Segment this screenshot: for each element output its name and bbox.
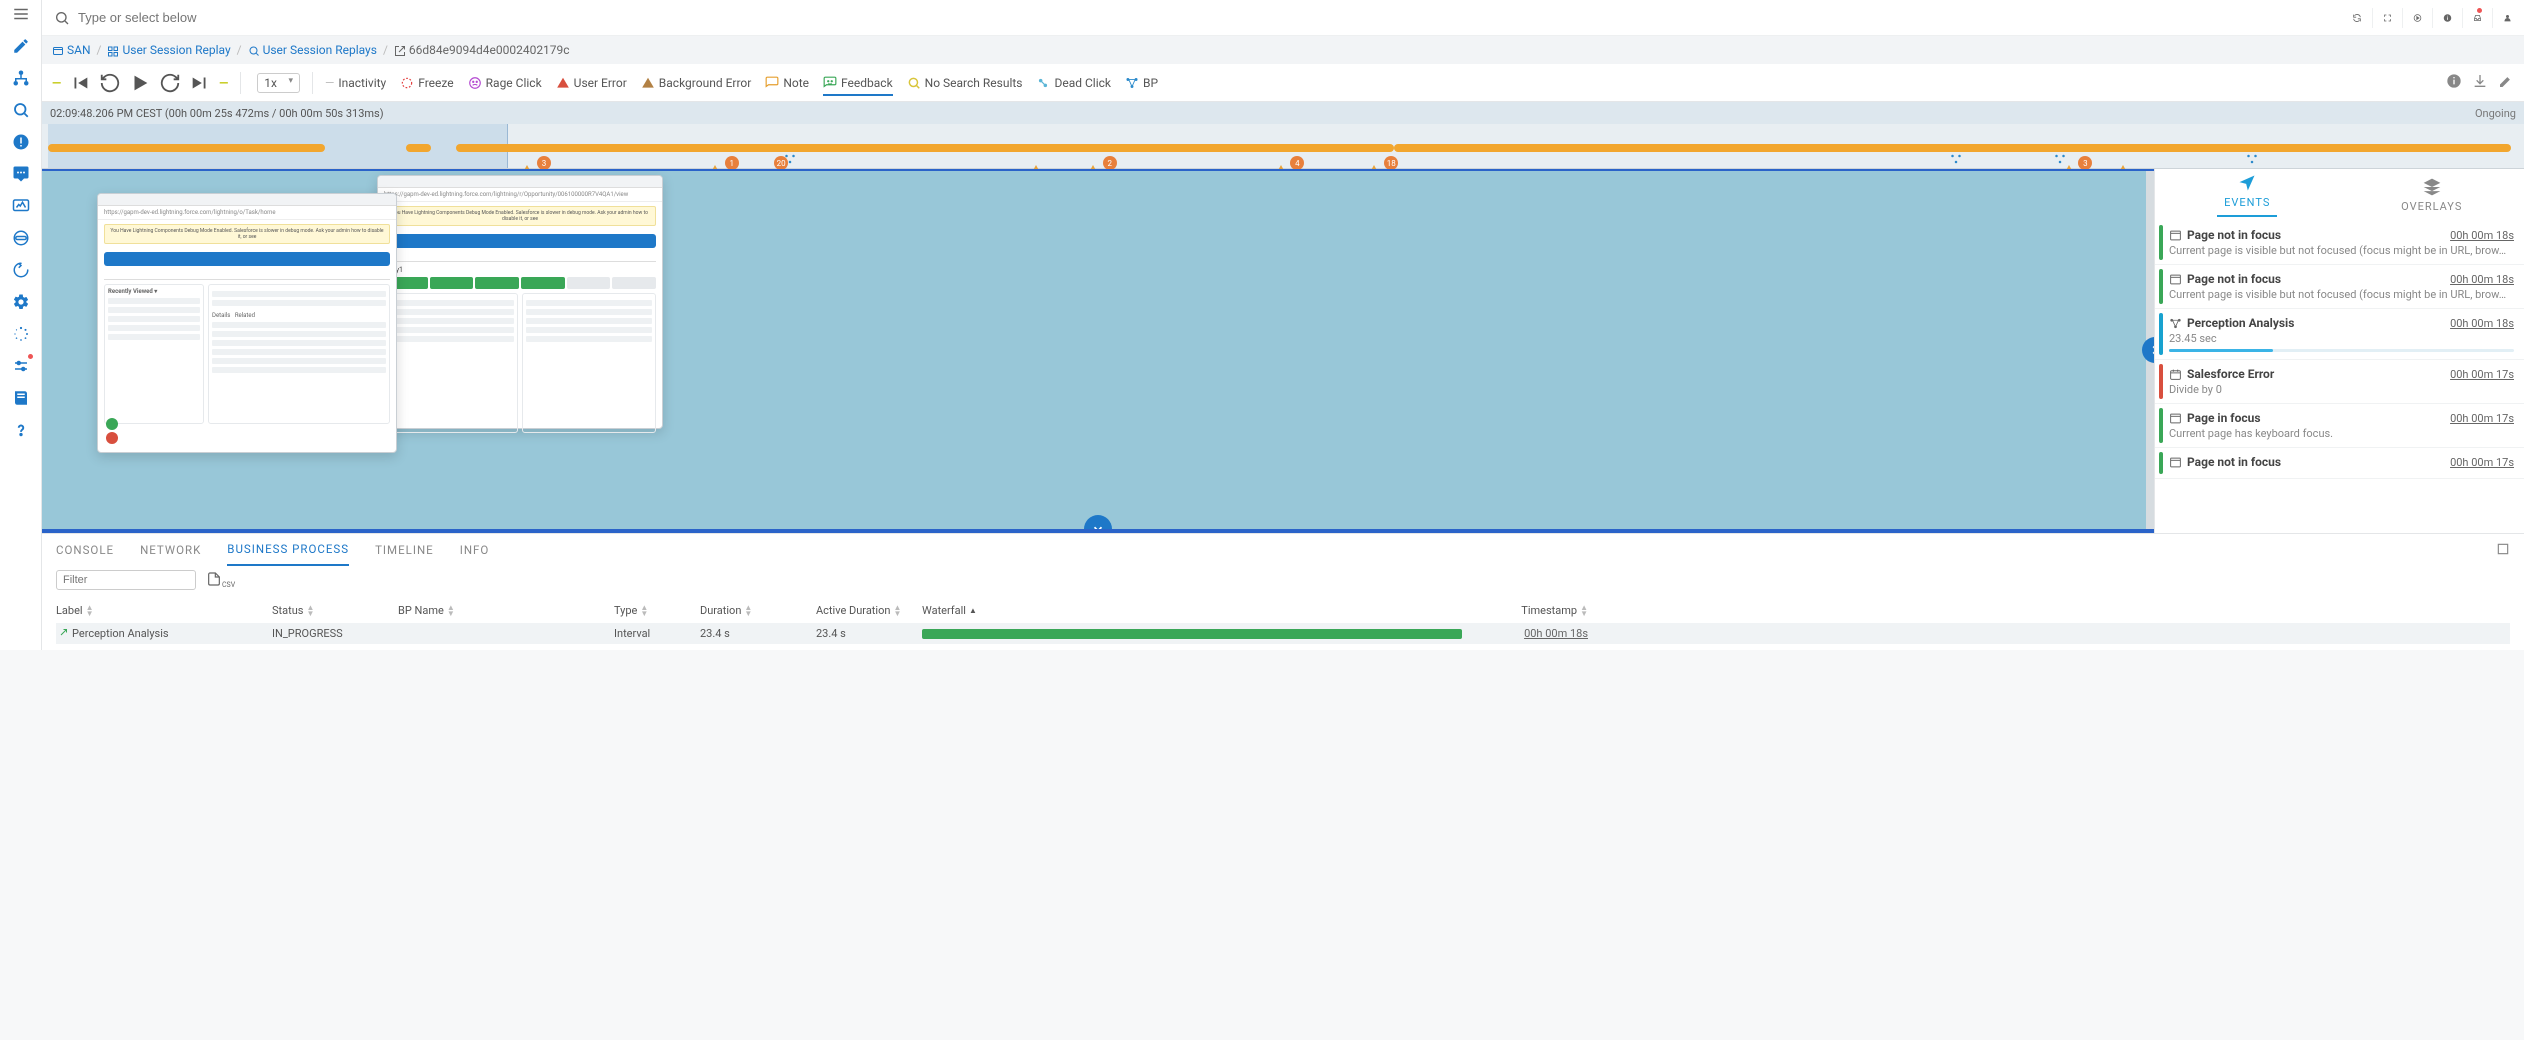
- legend-inactivity[interactable]: —Inactivity: [325, 76, 386, 90]
- legend-no-search[interactable]: No Search Results: [907, 76, 1023, 90]
- fullscreen-icon[interactable]: [2372, 8, 2392, 28]
- bottom-panel: CONSOLE NETWORK BUSINESS PROCESS TIMELINE IN…: [42, 533, 2524, 650]
- breadcrumb: SAN / User Session Replay / User Session…: [42, 36, 2524, 64]
- spinner-rail-icon[interactable]: [9, 258, 33, 282]
- alert-rail-icon[interactable]: [9, 130, 33, 154]
- legend-user-error[interactable]: User Error: [556, 76, 627, 90]
- timeline-area: 02:09:48.206 PM CEST (00h 00m 25s 472ms …: [42, 102, 2524, 169]
- event-item[interactable]: Page in focus00h 00m 17sCurrent page has…: [2155, 404, 2524, 448]
- bp-table: Label▲▼ Status▲▼ BP Name▲▼ Type▲▼ Durati…: [42, 594, 2524, 650]
- tab-business-process[interactable]: BUSINESS PROCESS: [227, 534, 349, 566]
- event-item[interactable]: Page not in focus00h 00m 18sCurrent page…: [2155, 221, 2524, 265]
- breadcrumb-san[interactable]: SAN: [52, 43, 91, 57]
- download-tool-icon[interactable]: [2472, 73, 2488, 92]
- events-list[interactable]: Page not in focus00h 00m 18sCurrent page…: [2155, 221, 2524, 533]
- collapse-events-button[interactable]: [2142, 337, 2154, 363]
- event-item[interactable]: Perception Analysis00h 00m 18s23.45 sec: [2155, 309, 2524, 360]
- tab-timeline[interactable]: TIMELINE: [375, 535, 434, 565]
- hamburger-icon[interactable]: [9, 2, 33, 26]
- maximize-icon[interactable]: [2496, 542, 2510, 559]
- breadcrumb-id: 66d84e9094d4e0002402179c: [394, 43, 570, 57]
- player-toolbar: — — 1x —Inactivity Freeze Rage Click Use…: [42, 64, 2524, 102]
- undo-button[interactable]: [99, 72, 121, 94]
- top-actions: [2342, 8, 2512, 28]
- legend-dead-click[interactable]: Dead Click: [1036, 76, 1111, 90]
- col-type[interactable]: Type▲▼: [614, 604, 694, 617]
- filter-input[interactable]: [56, 570, 196, 590]
- tab-console[interactable]: CONSOLE: [56, 535, 114, 565]
- shot2-url: https://gapm-dev-ed.lightning.force.com/…: [378, 188, 662, 202]
- skip-fwd-button[interactable]: [189, 72, 211, 94]
- monitor-rail-icon[interactable]: [9, 194, 33, 218]
- search-rail-icon[interactable]: [9, 98, 33, 122]
- main-area: SAN / User Session Replay / User Session…: [42, 0, 2524, 650]
- event-item[interactable]: Salesforce Error00h 00m 17sDivide by 0: [2155, 360, 2524, 404]
- timeline-ongoing-label: Ongoing: [2475, 107, 2516, 120]
- left-rail: [0, 0, 42, 650]
- legend-freeze[interactable]: Freeze: [400, 76, 453, 90]
- chat-rail-icon[interactable]: [9, 162, 33, 186]
- book-rail-icon[interactable]: [9, 386, 33, 410]
- event-item[interactable]: Page not in focus00h 00m 18sCurrent page…: [2155, 265, 2524, 309]
- breadcrumb-usreplay[interactable]: User Session Replay: [107, 43, 230, 57]
- global-search[interactable]: [54, 10, 2342, 26]
- event-item[interactable]: Page not in focus00h 00m 17s: [2155, 448, 2524, 479]
- redo-button[interactable]: [159, 72, 181, 94]
- target-rail-icon[interactable]: [9, 226, 33, 250]
- settings2-rail-icon[interactable]: [9, 354, 33, 378]
- toggle-panel-button[interactable]: [1084, 515, 1112, 533]
- user-top-icon[interactable]: [2492, 8, 2512, 28]
- speed-select[interactable]: 1x: [257, 73, 300, 93]
- screenshot-card-2: https://gapm-dev-ed.lightning.force.com/…: [377, 175, 663, 429]
- screenshot-card-1: https://gapm-dev-ed.lightning.force.com/…: [97, 193, 397, 453]
- legend-bg-error[interactable]: Background Error: [641, 76, 752, 90]
- legend-feedback[interactable]: Feedback: [823, 76, 893, 96]
- timeline-time-text: 02:09:48.206 PM CEST (00h 00m 25s 472ms …: [50, 107, 384, 120]
- refresh-icon[interactable]: [2342, 8, 2362, 28]
- col-active-duration[interactable]: Active Duration▲▼: [816, 604, 916, 617]
- sitemap-icon[interactable]: [9, 66, 33, 90]
- toolbar-right: [2446, 73, 2514, 92]
- col-bpname[interactable]: BP Name▲▼: [398, 604, 608, 617]
- play-controls: — — 1x: [52, 72, 300, 94]
- skip-back-button[interactable]: [69, 72, 91, 94]
- legend-rage[interactable]: Rage Click: [468, 76, 542, 90]
- search-input[interactable]: [78, 10, 2342, 25]
- replay-viewer: https://gapm-dev-ed.lightning.force.com/…: [42, 169, 2154, 533]
- export-csv-button[interactable]: CSV: [206, 571, 235, 590]
- split-area: https://gapm-dev-ed.lightning.force.com/…: [42, 169, 2524, 533]
- tab-network[interactable]: NETWORK: [140, 535, 201, 565]
- legend: —Inactivity Freeze Rage Click User Error…: [325, 76, 1158, 90]
- tab-events[interactable]: EVENTS: [2155, 169, 2340, 221]
- play-button[interactable]: [129, 72, 151, 94]
- bottom-tabs: CONSOLE NETWORK BUSINESS PROCESS TIMELINE IN…: [42, 534, 2524, 566]
- legend-bp[interactable]: BP: [1125, 76, 1158, 90]
- info-top-icon[interactable]: [2432, 8, 2452, 28]
- shot1-url: https://gapm-dev-ed.lightning.force.com/…: [98, 206, 396, 220]
- col-label[interactable]: Label▲▼: [56, 604, 266, 617]
- legend-note[interactable]: Note: [765, 76, 809, 90]
- fwd-dash-icon: —: [219, 76, 228, 90]
- col-timestamp[interactable]: Timestamp▲▼: [1468, 604, 1588, 617]
- loading-rail-icon[interactable]: [9, 322, 33, 346]
- breadcrumb-usreplays[interactable]: User Session Replays: [248, 43, 377, 57]
- gear-rail-icon[interactable]: [9, 290, 33, 314]
- info-tool-icon[interactable]: [2446, 73, 2462, 92]
- tab-info[interactable]: INFO: [460, 535, 490, 565]
- play-circle-icon[interactable]: [2402, 8, 2422, 28]
- back-dash-icon: —: [52, 76, 61, 90]
- events-panel: EVENTS OVERLAYS Page not in focus00h 00m…: [2154, 169, 2524, 533]
- inbox-icon[interactable]: [2462, 8, 2482, 28]
- tab-overlays[interactable]: OVERLAYS: [2340, 169, 2524, 221]
- col-status[interactable]: Status▲▼: [272, 604, 392, 617]
- scrub-track[interactable]: 312024183: [42, 124, 2524, 168]
- col-duration[interactable]: Duration▲▼: [700, 604, 810, 617]
- top-bar: [42, 0, 2524, 36]
- table-row[interactable]: Perception Analysis IN_PROGRESS Interval…: [56, 623, 2510, 644]
- help-rail-icon[interactable]: [9, 418, 33, 442]
- edit-tool-icon[interactable]: [2498, 73, 2514, 92]
- col-waterfall[interactable]: Waterfall▲: [922, 604, 1462, 617]
- pencil-icon[interactable]: [9, 34, 33, 58]
